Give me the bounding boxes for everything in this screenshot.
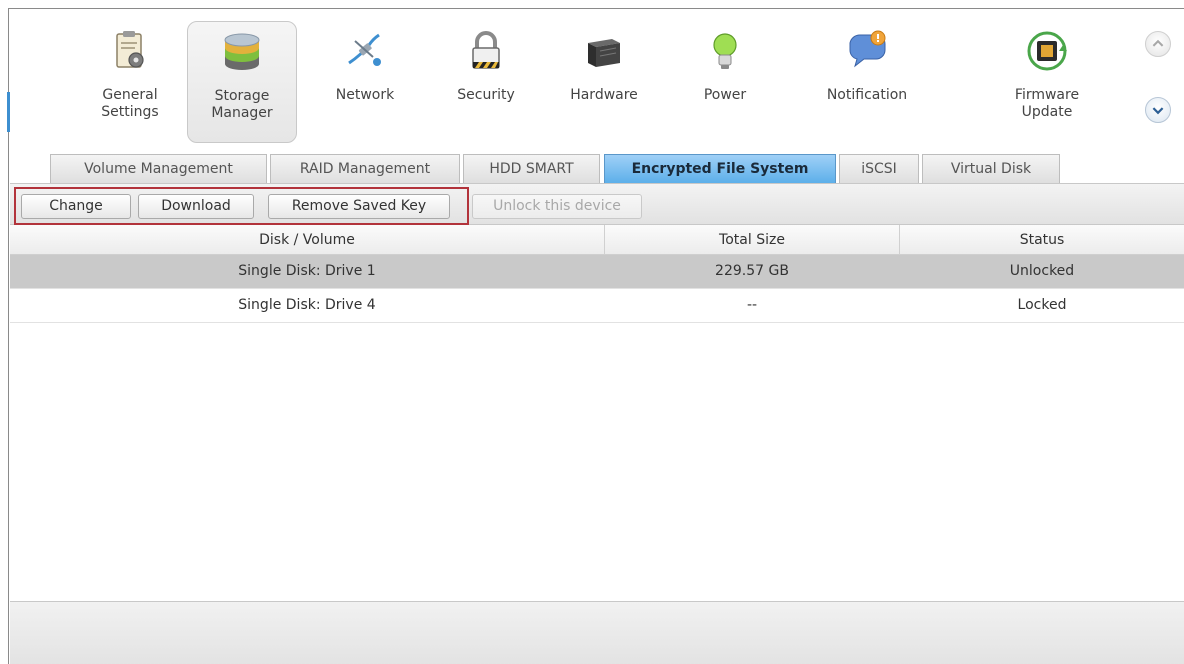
cell-status: Unlocked	[1009, 263, 1075, 279]
tab-virtual-disk[interactable]: Virtual Disk	[922, 154, 1060, 184]
cell-total-size: 229.57 GB	[715, 263, 789, 279]
table-row[interactable]: Single Disk: Drive 4 -- Locked	[10, 289, 1184, 323]
download-button[interactable]: Download	[138, 194, 254, 219]
iconbar-label: Power	[703, 87, 747, 103]
scroll-up-button[interactable]	[1145, 31, 1171, 57]
column-header-disk-volume[interactable]: Disk / Volume	[10, 225, 604, 255]
tab-raid-management[interactable]: RAID Management	[270, 154, 460, 184]
column-header-total-size[interactable]: Total Size	[605, 225, 899, 255]
iconbar-label: Firmware Update	[1014, 87, 1080, 120]
tab-volume-management[interactable]: Volume Management	[50, 154, 267, 184]
disk-stack-icon	[224, 33, 260, 70]
scroll-down-button[interactable]	[1145, 97, 1171, 123]
iconbar-label: Notification	[826, 87, 908, 103]
speech-bubble-alert-icon	[849, 30, 886, 68]
tab-iscsi[interactable]: iSCSI	[839, 154, 919, 184]
iconbar-label: General Settings	[101, 87, 159, 120]
cell-disk-volume: Single Disk: Drive 4	[238, 297, 376, 313]
iconbar-label: Network	[335, 87, 395, 103]
chevron-down-icon	[1152, 107, 1164, 115]
iconbar-item-storage-manager[interactable]: Storage Manager	[187, 21, 297, 143]
cell-status: Locked	[1017, 297, 1067, 313]
change-button[interactable]: Change	[21, 194, 131, 219]
tab-hdd-smart[interactable]: HDD SMART	[463, 154, 600, 184]
cell-disk-volume: Single Disk: Drive 1	[238, 263, 376, 279]
chevron-up-icon	[1152, 39, 1164, 47]
light-bulb-icon	[713, 33, 737, 69]
network-satellite-icon	[348, 33, 381, 66]
tab-encrypted-file-system[interactable]: Encrypted File System	[604, 154, 836, 184]
iconbar-item-firmware-update[interactable]: Firmware Update	[992, 21, 1102, 143]
hardware-chassis-icon	[588, 39, 620, 67]
chip-refresh-icon	[1027, 31, 1067, 71]
padlock-icon	[472, 31, 500, 69]
iconbar-item-general-settings[interactable]: General Settings	[75, 21, 185, 143]
window-accent-bar	[7, 92, 10, 132]
unlock-device-button[interactable]: Unlock this device	[472, 194, 642, 219]
encrypted-volumes-table: Disk / Volume Total Size Status Single D…	[10, 225, 1184, 323]
storage-manager-window: General Settings Storage Manager Network…	[8, 8, 1184, 664]
iconbar-item-security[interactable]: Security	[431, 21, 541, 143]
iconbar-label: Hardware	[570, 87, 638, 103]
control-panel-iconbar: General Settings Storage Manager Network…	[10, 9, 1184, 149]
iconbar-item-hardware[interactable]: Hardware	[549, 21, 659, 143]
action-toolbar: Change Download Remove Saved Key Unlock …	[10, 183, 1184, 225]
iconbar-item-notification[interactable]: Notification	[812, 21, 922, 143]
bottom-bar	[10, 601, 1184, 664]
iconbar-item-network[interactable]: Network	[310, 21, 420, 143]
iconbar-label: Security	[457, 87, 515, 103]
table-header: Disk / Volume Total Size Status	[10, 225, 1184, 255]
table-row[interactable]: Single Disk: Drive 1 229.57 GB Unlocked	[10, 255, 1184, 289]
iconbar-item-power[interactable]: Power	[670, 21, 780, 143]
column-header-status[interactable]: Status	[900, 225, 1184, 255]
iconbar-label: Storage Manager	[211, 88, 273, 121]
remove-saved-key-button[interactable]: Remove Saved Key	[268, 194, 450, 219]
settings-clipboard-icon	[116, 31, 144, 68]
cell-total-size: --	[746, 297, 758, 313]
storage-tabs: Volume Management RAID Management HDD SM…	[10, 147, 1184, 184]
